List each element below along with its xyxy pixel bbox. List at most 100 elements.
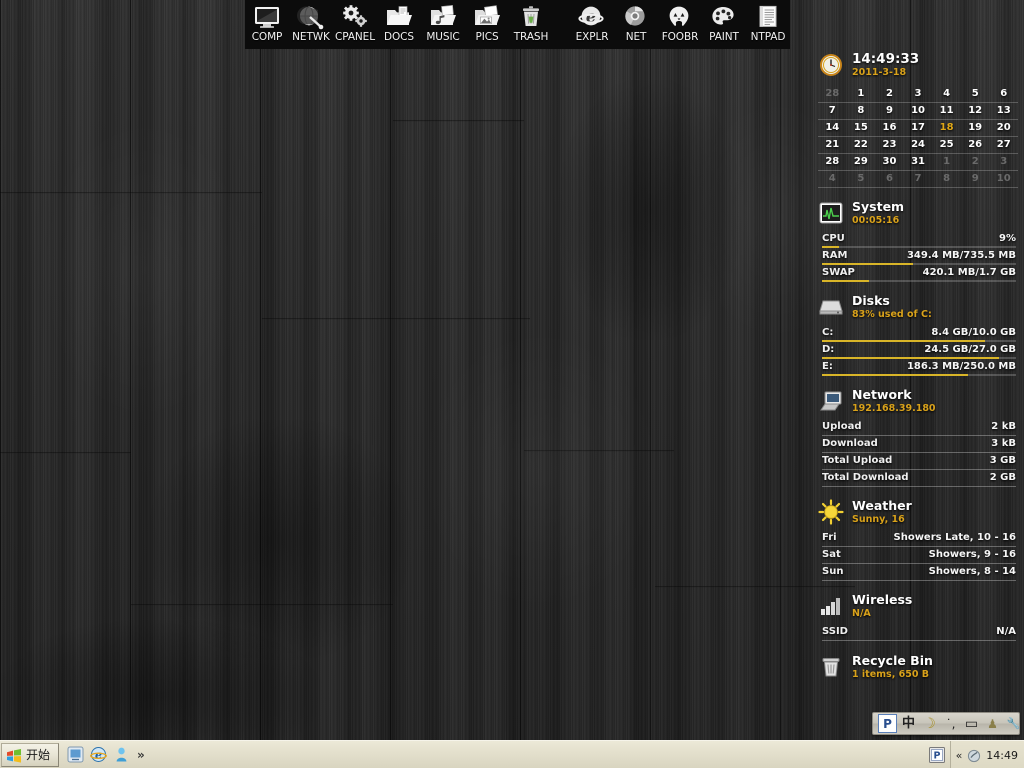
calendar-day[interactable]: 13 [989,103,1018,119]
weather-row-label: Fri [822,532,837,543]
calendar-day[interactable]: 3 [904,86,933,102]
calendar-day[interactable]: 26 [961,137,990,153]
calendar-day[interactable]: 9 [961,171,990,187]
calendar-day[interactable]: 10 [904,103,933,119]
wallpaper-plank-seam [524,450,674,452]
calendar-day[interactable]: 5 [847,171,876,187]
calendar-day[interactable]: 10 [989,171,1018,187]
calendar-day[interactable]: 4 [932,86,961,102]
dock-group-apps: e EXPLR NET FOOBR PAINT NTPAD [570,0,790,49]
calendar-day-today[interactable]: 18 [932,120,961,136]
calendar-day[interactable]: 4 [818,171,847,187]
ime-halfwidth-icon-glyph: ☽ [923,715,936,732]
calendar-day[interactable]: 16 [875,120,904,136]
calendar-day[interactable]: 2 [875,86,904,102]
calendar-day[interactable]: 28 [818,86,847,102]
ime-user-icon[interactable]: ♟ [983,714,1002,733]
ime-language-bar[interactable]: P 中 ☽ ˙, ▭ ♟ 🔧 [872,712,1020,735]
dock-item-trash[interactable]: TRASH [509,0,553,49]
dock-item-docs[interactable]: DOCS [377,0,421,49]
widget-system[interactable]: System 00:05:16 CPU 9% RAM 349.4 MB/735.5 M… [818,200,1018,283]
widget-network[interactable]: Network 192.168.39.180 Upload 2 kB Downloa… [818,388,1018,488]
network-row-value: 2 kB [991,421,1016,432]
calendar-day[interactable]: 20 [989,120,1018,136]
system-row: CPU 9% [818,232,1018,249]
calendar-day[interactable]: 6 [989,86,1018,102]
ql-messenger-icon[interactable] [111,745,131,765]
wireless-title: Wireless [852,592,913,607]
calendar-day[interactable]: 8 [847,103,876,119]
dock-item-cpanel[interactable]: CPANEL [333,0,377,49]
calendar-day[interactable]: 12 [961,103,990,119]
widget-disks[interactable]: Disks 83% used of C: C: 8.4 GB/10.0 GB D: 2… [818,294,1018,377]
system-title: System [852,199,905,214]
tray-expand-chevron[interactable]: « [956,749,963,762]
dock-item-music[interactable]: MUSIC [421,0,465,49]
tray-ime-icon[interactable]: P [926,744,948,766]
calendar-day[interactable]: 9 [875,103,904,119]
ime-settings-icon-glyph: 🔧 [1006,717,1021,730]
ime-logo-icon[interactable]: P [878,714,897,733]
calendar-day[interactable]: 8 [932,171,961,187]
calendar-day[interactable]: 11 [932,103,961,119]
calendar-day[interactable]: 5 [961,86,990,102]
calendar-grid[interactable]: 28 1 2 3 4 5 6 7 8 9 10 11 12 13 14 15 16 17 18 19 20 21 22 23 2… [818,86,1018,188]
disks-title: Disks [852,293,890,308]
calendar-day[interactable]: 27 [989,137,1018,153]
dock-item-label: FOOBR [661,31,699,43]
calendar-day[interactable]: 15 [847,120,876,136]
widget-weather[interactable]: Weather Sunny, 16 Fri Showers Late, 10 - … [818,499,1018,582]
calendar-day[interactable]: 30 [875,154,904,170]
calendar-day[interactable]: 31 [904,154,933,170]
dock-item-foobr[interactable]: FOOBR [658,0,702,49]
ime-settings-icon[interactable]: 🔧 [1004,714,1023,733]
calendar-day[interactable]: 21 [818,137,847,153]
calendar-week-row: 4 5 6 7 8 9 10 [818,171,1018,188]
calendar-day[interactable]: 2 [961,154,990,170]
calendar-day[interactable]: 7 [818,103,847,119]
dock-item-netwk[interactable]: NETWK [289,0,333,49]
calendar-day[interactable]: 25 [932,137,961,153]
network-row-value: 3 GB [989,455,1016,466]
calendar-day[interactable]: 24 [904,137,933,153]
dock-item-label: CPANEL [335,31,375,43]
dock-item-comp[interactable]: COMP [245,0,289,49]
calendar-day[interactable]: 19 [961,120,990,136]
ime-keyboard-icon[interactable]: ▭ [962,714,981,733]
ql-internet-explorer-icon[interactable]: e [88,745,108,765]
dock-item-paint[interactable]: PAINT [702,0,746,49]
calendar-day[interactable]: 1 [932,154,961,170]
calendar-day[interactable]: 1 [847,86,876,102]
ime-punctuation-icon[interactable]: ˙, [941,714,960,733]
calendar-week-row: 28 29 30 31 1 2 3 [818,154,1018,171]
system-progress-track [822,246,1016,248]
calendar-day[interactable]: 17 [904,120,933,136]
tray-clock[interactable]: 14:49 [986,749,1018,762]
calendar-day[interactable]: 6 [875,171,904,187]
system-tray: P « 14:49 [926,741,1024,768]
calendar-day[interactable]: 29 [847,154,876,170]
widget-recycle-bin[interactable]: Recycle Bin 1 items, 650 B [818,654,1018,684]
start-button[interactable]: 开始 [1,742,60,767]
ime-chinese-mode[interactable]: 中 [899,714,918,733]
ime-halfwidth-icon[interactable]: ☽ [920,714,939,733]
dock-item-pics[interactable]: PICS [465,0,509,49]
quick-launch-overflow[interactable]: » [137,748,145,762]
system-row: SWAP 420.1 MB/1.7 GB [818,266,1018,283]
calendar-day[interactable]: 3 [989,154,1018,170]
widget-clock[interactable]: 14:49:33 2011-3-18 28 1 2 3 4 5 6 7 8 9 10 11 12 13 14… [818,52,1018,188]
calendar-day[interactable]: 23 [875,137,904,153]
calendar-day[interactable]: 28 [818,154,847,170]
calendar-day[interactable]: 7 [904,171,933,187]
calendar-day[interactable]: 22 [847,137,876,153]
ql-show-desktop-icon[interactable] [65,745,85,765]
tray-shield-icon[interactable] [967,748,981,763]
widget-wireless[interactable]: Wireless N/A SSID N/A [818,593,1018,642]
dock-group-system: COMP NETWK CPANEL DOCS MUSIC PICS TRASH [245,0,553,49]
calendar-day[interactable]: 14 [818,120,847,136]
dock-item-explr[interactable]: e EXPLR [570,0,614,49]
dock-item-net[interactable]: NET [614,0,658,49]
system-progress-fill [822,263,914,265]
paint-palette-icon [709,3,739,30]
dock-item-ntpad[interactable]: NTPAD [746,0,790,49]
